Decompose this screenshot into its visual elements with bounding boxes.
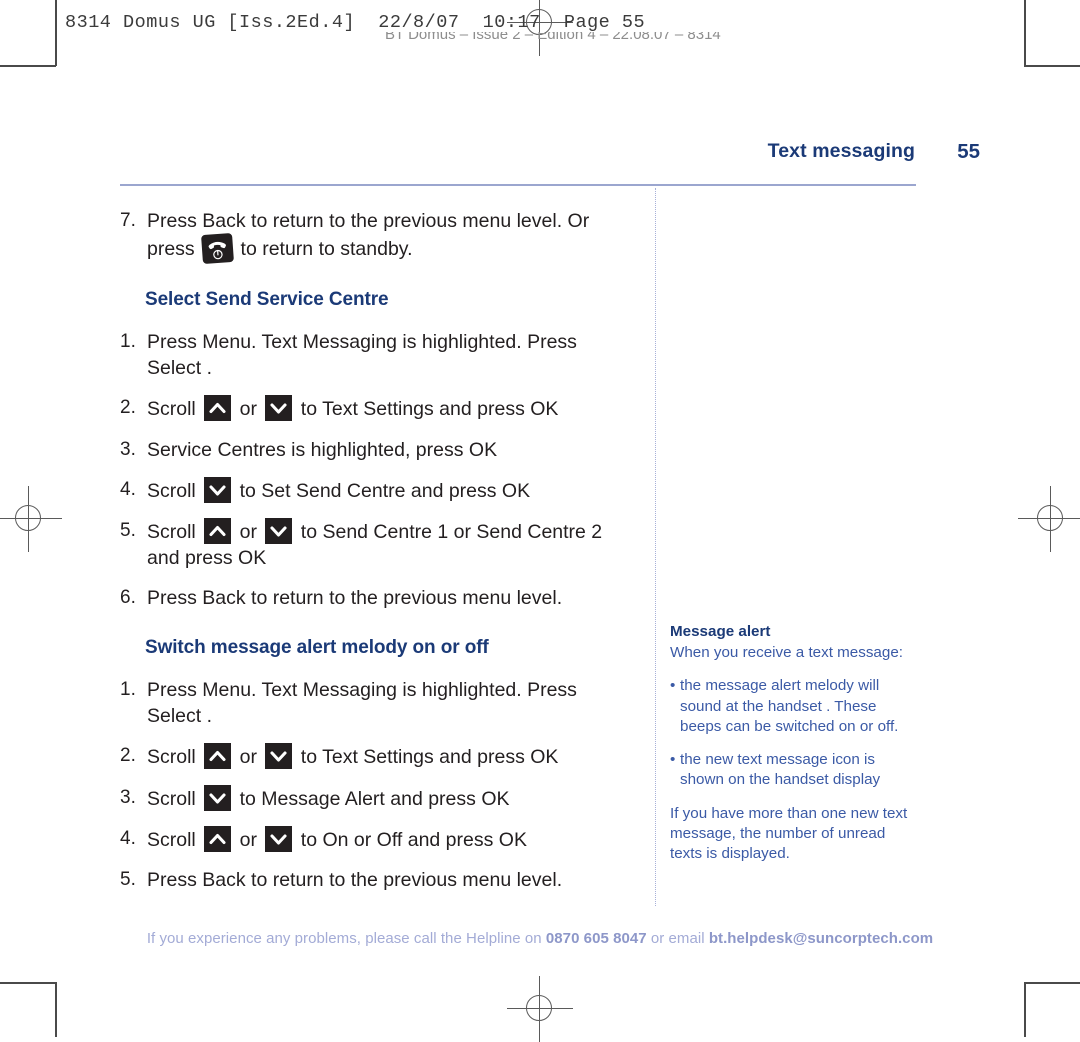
instruction-step: 3. Scroll to Message Alert and press OK — [120, 784, 636, 812]
step-number: 4. — [120, 478, 136, 500]
footer-phone-number: 0870 605 8047 — [545, 930, 647, 947]
step-text-fragment: Scroll — [147, 520, 202, 543]
step-text: Press Menu. Text Messaging is highlighte… — [147, 329, 636, 381]
step-text-fragment: to Text Settings and press OK — [295, 398, 559, 421]
instruction-step: 5. Press Back to return to the previous m… — [120, 867, 636, 893]
scroll-down-key-icon — [265, 517, 293, 544]
instruction-step: 2. Scroll or to Text Settings and press O… — [120, 743, 636, 770]
scroll-down-key-icon — [265, 395, 293, 422]
step-text: Scroll or to Text Settings and press OK — [147, 743, 636, 770]
step-text: Scroll or to Send Centre 1 or Send Centr… — [147, 517, 636, 571]
step-text-fragment: Scroll — [147, 479, 202, 502]
step-text-fragment: or — [234, 746, 263, 769]
footer-middle-text: or email — [646, 930, 709, 947]
sidenote-bullet: • the message alert melody will sound at… — [670, 676, 918, 737]
step-text-fragment: to On or Off and press OK — [295, 828, 527, 851]
instruction-step: 1. Press Menu. Text Messaging is highligh… — [120, 677, 636, 729]
step-text-fragment: Press Back to return to the previous men… — [147, 868, 563, 891]
column-divider — [655, 188, 656, 906]
step-text-fragment: to Message Alert and press OK — [234, 787, 510, 810]
step-text: Scroll or to On or Off and press OK — [147, 825, 636, 853]
step-text-fragment: Scroll — [147, 398, 202, 421]
step-text-fragment: or — [234, 828, 263, 851]
step-text-fragment: Press Menu. Text Messaging is highlighte… — [147, 331, 577, 380]
page-content: Text messaging 55 7. Press Back to return… — [0, 0, 1080, 1037]
instruction-step: 2. Scroll or to Text Settings and press O… — [120, 395, 636, 422]
scroll-down-key-icon — [204, 784, 232, 811]
header-rule — [120, 184, 916, 186]
step-number: 4. — [120, 827, 136, 849]
instruction-step: 5. Scroll or to Send Centre 1 or Send Cen… — [120, 517, 636, 571]
step-text-fragment: Press Menu. Text Messaging is highlighte… — [147, 679, 577, 728]
step-text: Service Centres is highlighted, press OK — [147, 437, 636, 463]
section-heading: Switch message alert melody on or off — [145, 637, 489, 659]
footer-lead-text: If you experience any problems, please c… — [146, 930, 546, 947]
instructions-column: 7. Press Back to return to the previous m… — [120, 208, 636, 907]
instruction-step: 6. Press Back to return to the previous m… — [120, 585, 636, 611]
step-text-fragment: Service Centres is highlighted, press OK — [147, 438, 498, 461]
scroll-up-key-icon — [204, 395, 232, 422]
footer-email-address: bt.helpdesk@suncorptech.com — [708, 930, 934, 947]
instruction-step: 4. Scroll to Set Send Centre and press OK — [120, 476, 636, 504]
scroll-up-key-icon — [204, 743, 232, 770]
step-text-fragment: to Text Settings and press OK — [295, 746, 559, 769]
step-text-fragment: Scroll — [147, 828, 202, 851]
step-text: Press Back to return to the previous men… — [147, 208, 636, 265]
sidenote-title: Message alert — [670, 623, 771, 640]
step-text-fragment: Scroll — [147, 746, 202, 769]
bullet-dot-icon: • — [670, 751, 676, 769]
scroll-down-key-icon — [265, 825, 293, 852]
step-text-fragment: Press Back to return to the previous men… — [147, 587, 563, 609]
scroll-up-key-icon — [204, 825, 232, 852]
footer-helpline: If you experience any problems, please c… — [0, 930, 1080, 947]
step-text: Press Back to return to the previous men… — [147, 867, 636, 893]
scroll-down-key-icon — [204, 476, 232, 503]
step-text: Press Back to return to the previous men… — [147, 585, 636, 611]
step-number: 1. — [120, 331, 136, 353]
instruction-step: 7. Press Back to return to the previous m… — [120, 208, 636, 265]
step-number: 1. — [120, 679, 136, 701]
step-text-fragment: or — [234, 520, 263, 543]
step-number: 7. — [120, 210, 136, 231]
sidenote-bullet: • the new text message icon is shown on … — [670, 750, 918, 790]
step-number: 2. — [120, 397, 136, 419]
page-number: 55 — [957, 140, 980, 163]
instruction-step: 3. Service Centres is highlighted, press … — [120, 437, 636, 463]
sidenote-bullet-text: the message alert melody will sound at t… — [680, 677, 899, 735]
step-number: 3. — [120, 438, 136, 460]
instruction-step: 4. Scroll or to On or Off and press OK — [120, 825, 636, 853]
sidenote-intro: When you receive a text message: — [670, 644, 903, 662]
step-text: Press Menu. Text Messaging is highlighte… — [147, 677, 636, 729]
step-text: Scroll to Set Send Centre and press OK — [147, 476, 636, 504]
sidenote-outro: If you have more than one new text messa… — [670, 804, 908, 862]
step-text-fragment: to return to standby. — [235, 238, 413, 261]
step-number: 3. — [120, 786, 136, 808]
sidenote-message-alert: Message alert When you receive a text me… — [670, 622, 918, 877]
scroll-up-key-icon — [204, 517, 232, 544]
step-number: 6. — [120, 587, 136, 608]
step-text-fragment: to Set Send Centre and press OK — [234, 479, 531, 502]
scroll-down-key-icon — [265, 743, 293, 770]
bullet-dot-icon: • — [670, 677, 676, 695]
sidenote-bullet-text: the new text message icon is shown on th… — [680, 751, 881, 789]
step-text-fragment: Scroll — [147, 787, 202, 810]
section-heading: Select Send Service Centre — [145, 289, 389, 311]
step-number: 5. — [120, 519, 136, 541]
step-number: 2. — [120, 745, 136, 767]
step-number: 5. — [120, 868, 136, 890]
instruction-step: 1. Press Menu. Text Messaging is highligh… — [120, 329, 636, 381]
end-call-key-icon — [201, 233, 235, 265]
step-text: Scroll to Message Alert and press OK — [147, 784, 636, 812]
step-text-fragment: or — [234, 398, 263, 421]
running-head: Text messaging — [767, 140, 915, 162]
step-text: Scroll or to Text Settings and press OK — [147, 395, 636, 422]
